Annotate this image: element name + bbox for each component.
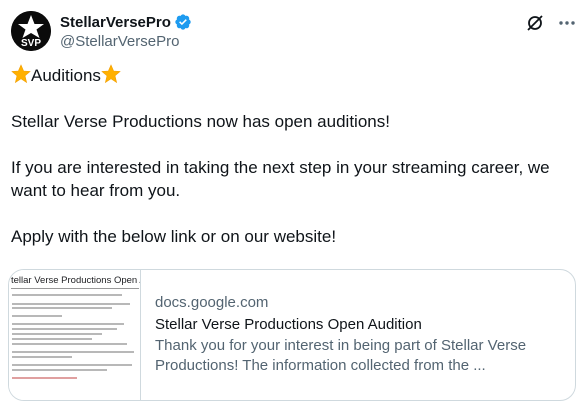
avatar-text: SVP xyxy=(21,38,41,49)
post-heading: Auditions xyxy=(31,66,101,85)
avatar-logo-icon: SVP xyxy=(11,11,51,51)
post-header: SVP StellarVersePro @StellarVersePro xyxy=(11,10,577,54)
thumbnail-text-line xyxy=(12,356,72,358)
thumbnail-divider xyxy=(11,288,139,289)
thumbnail-text-line xyxy=(12,343,127,345)
link-card-info: docs.google.com Stellar Verse Production… xyxy=(155,293,567,376)
post-text: Auditions Stellar Verse Productions now … xyxy=(11,64,571,248)
thumbnail-text-line xyxy=(12,364,132,366)
post-line-interest: If you are interested in taking the next… xyxy=(11,158,550,200)
thumbnail-text-line xyxy=(12,328,117,330)
thumbnail-text-line xyxy=(12,338,92,340)
thumbnail-text-line xyxy=(12,303,130,305)
thumbnail-text-line xyxy=(12,307,112,309)
link-card[interactable]: tellar Verse Productions Open Audition d… xyxy=(8,269,576,401)
post-line-announcement: Stellar Verse Productions now has open a… xyxy=(11,112,390,131)
author-handle[interactable]: @StellarVersePro xyxy=(60,33,192,50)
link-card-title[interactable]: Stellar Verse Productions Open Audition xyxy=(155,315,567,335)
thumbnail-title: tellar Verse Productions Open Audition xyxy=(11,275,140,286)
link-card-thumbnail[interactable]: tellar Verse Productions Open Audition xyxy=(9,270,141,400)
thumbnail-text-line xyxy=(12,351,134,353)
avatar[interactable]: SVP xyxy=(11,11,51,51)
more-options-icon[interactable] xyxy=(557,13,577,33)
thumbnail-required-line xyxy=(12,377,77,379)
thumbnail-text-line xyxy=(12,294,122,296)
thumbnail-text-line xyxy=(12,315,62,317)
author-names: StellarVersePro @StellarVersePro xyxy=(60,12,192,50)
thumbnail-text-line xyxy=(12,369,107,371)
link-card-description-line: Productions! The information collected f… xyxy=(155,357,486,374)
verified-badge-icon[interactable] xyxy=(174,13,192,31)
thumbnail-text-line xyxy=(12,323,124,325)
link-card-description: Thank you for your interest in being par… xyxy=(155,336,567,376)
star-emoji-icon xyxy=(11,64,31,84)
link-card-description-line: Thank you for your interest in being par… xyxy=(155,337,527,354)
post-heading-line: Auditions xyxy=(11,64,571,87)
star-emoji-icon xyxy=(101,64,121,84)
thumbnail-text-line xyxy=(12,333,102,335)
display-name[interactable]: StellarVersePro xyxy=(60,14,171,31)
link-card-domain[interactable]: docs.google.com xyxy=(155,293,567,313)
grok-icon[interactable] xyxy=(525,13,545,33)
post-line-apply: Apply with the below link or on our webs… xyxy=(11,227,337,246)
